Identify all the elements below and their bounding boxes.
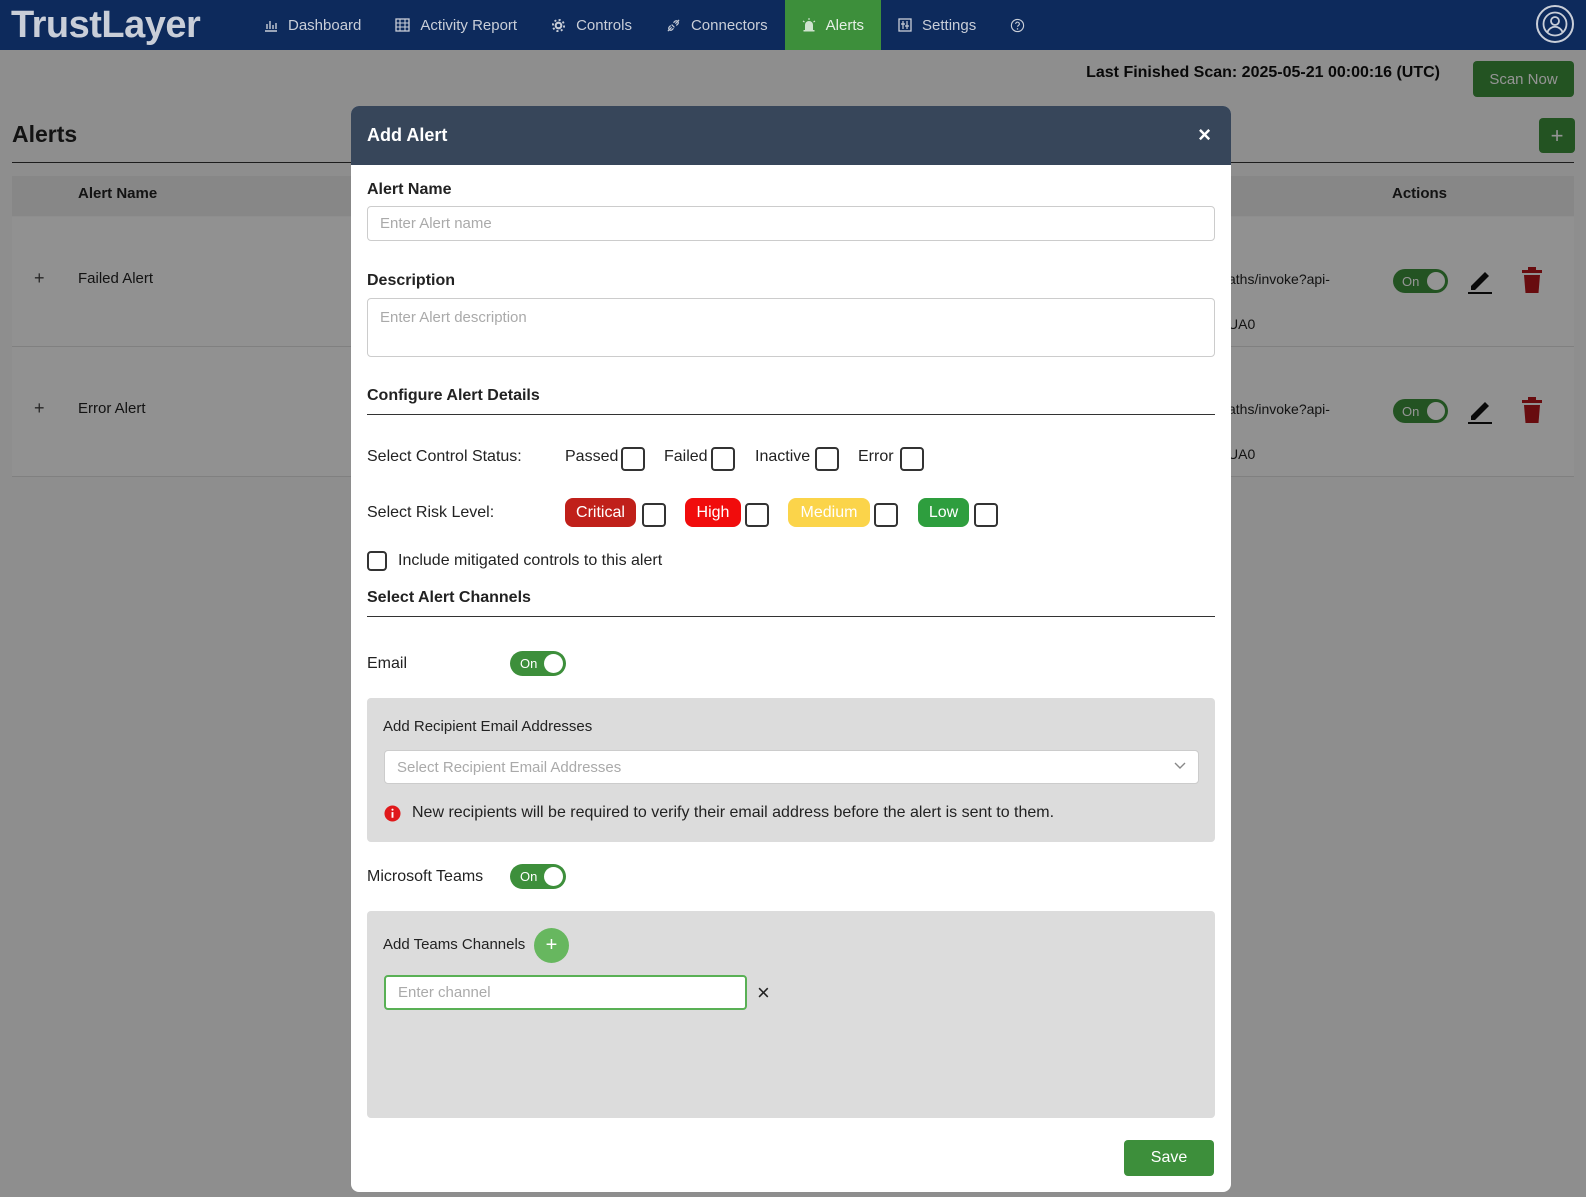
nav-label: Dashboard xyxy=(288,16,362,34)
nav-label: Settings xyxy=(922,16,977,34)
risk-high-badge: High xyxy=(685,498,741,527)
nav-label: Alerts xyxy=(825,16,865,34)
status-option-label: Inactive xyxy=(755,448,811,465)
remove-channel-icon[interactable]: × xyxy=(757,980,770,1006)
teams-toggle[interactable]: On xyxy=(510,864,566,889)
status-option-label: Passed xyxy=(565,448,619,465)
status-option-label: Error xyxy=(858,448,894,465)
email-panel-label: Add Recipient Email Addresses xyxy=(383,718,593,735)
nav-label: Connectors xyxy=(690,16,768,34)
recipient-email-placeholder: Select Recipient Email Addresses xyxy=(397,758,622,776)
chevron-down-icon[interactable] xyxy=(1174,762,1186,770)
include-mitigated-checkbox[interactable] xyxy=(367,551,387,571)
top-nav: TrustLayer Dashboard Activity Report Con… xyxy=(0,0,1586,50)
alert-name-input[interactable]: Enter Alert name xyxy=(367,206,1215,241)
nav-settings[interactable]: Settings xyxy=(881,0,993,50)
risk-medium-checkbox[interactable] xyxy=(874,503,898,527)
include-mitigated-label: Include mitigated controls to this alert xyxy=(398,552,663,569)
user-icon xyxy=(1542,11,1568,37)
plug-icon xyxy=(667,18,680,32)
risk-low-badge: Low xyxy=(918,498,969,527)
save-button[interactable]: Save xyxy=(1124,1140,1214,1176)
status-passed-checkbox[interactable] xyxy=(621,447,645,471)
nav-label: Activity Report xyxy=(420,16,518,34)
info-icon xyxy=(384,805,401,822)
alarm-icon xyxy=(802,18,815,32)
logo[interactable]: TrustLayer xyxy=(11,4,247,47)
risk-medium-badge: Medium xyxy=(788,498,870,527)
teams-panel-label: Add Teams Channels xyxy=(383,936,526,953)
nav-label: Controls xyxy=(576,16,632,34)
bar-chart-icon xyxy=(265,21,277,32)
nav-dashboard[interactable]: Dashboard xyxy=(247,0,378,50)
help-icon xyxy=(1011,18,1025,32)
grid-icon xyxy=(898,18,912,32)
risk-critical-checkbox[interactable] xyxy=(642,503,666,527)
channel-input[interactable]: Enter channel xyxy=(384,975,747,1010)
nav-controls[interactable]: Controls xyxy=(534,0,649,50)
nav-activity-report[interactable]: Activity Report xyxy=(378,0,534,50)
status-error-checkbox[interactable] xyxy=(900,447,924,471)
divider xyxy=(367,616,1215,617)
configure-section-title: Configure Alert Details xyxy=(367,387,540,404)
table-icon xyxy=(395,18,411,32)
divider xyxy=(367,414,1215,415)
risk-level-label: Select Risk Level: xyxy=(367,504,495,521)
email-toggle[interactable]: On xyxy=(510,651,566,676)
close-icon[interactable]: × xyxy=(1198,124,1211,146)
add-alert-modal: Add Alert × Alert Name Enter Alert name … xyxy=(351,106,1231,1192)
nav-help[interactable] xyxy=(993,0,1052,50)
user-avatar[interactable] xyxy=(1536,5,1574,43)
modal-title: Add Alert xyxy=(367,125,448,145)
status-option-label: Failed xyxy=(664,448,708,465)
alert-name-label: Alert Name xyxy=(367,181,452,198)
email-info-text: New recipients will be required to verif… xyxy=(412,804,1055,821)
status-inactive-checkbox[interactable] xyxy=(815,447,839,471)
add-channel-button[interactable]: + xyxy=(534,928,569,963)
nav-alerts[interactable]: Alerts xyxy=(784,0,882,50)
risk-critical-badge: Critical xyxy=(565,498,636,527)
modal-header: Add Alert × xyxy=(351,106,1231,165)
recipient-email-select[interactable]: Select Recipient Email Addresses xyxy=(384,750,1199,784)
description-textarea[interactable]: Enter Alert description xyxy=(367,298,1215,357)
email-label: Email xyxy=(367,655,408,672)
status-failed-checkbox[interactable] xyxy=(711,447,735,471)
risk-low-checkbox[interactable] xyxy=(974,503,998,527)
description-label: Description xyxy=(367,272,456,289)
gear-icon xyxy=(552,18,566,32)
nav-connectors[interactable]: Connectors xyxy=(649,0,785,50)
teams-label: Microsoft Teams xyxy=(367,868,484,885)
control-status-label: Select Control Status: xyxy=(367,448,522,465)
channels-section-title: Select Alert Channels xyxy=(367,589,531,606)
risk-high-checkbox[interactable] xyxy=(745,503,769,527)
